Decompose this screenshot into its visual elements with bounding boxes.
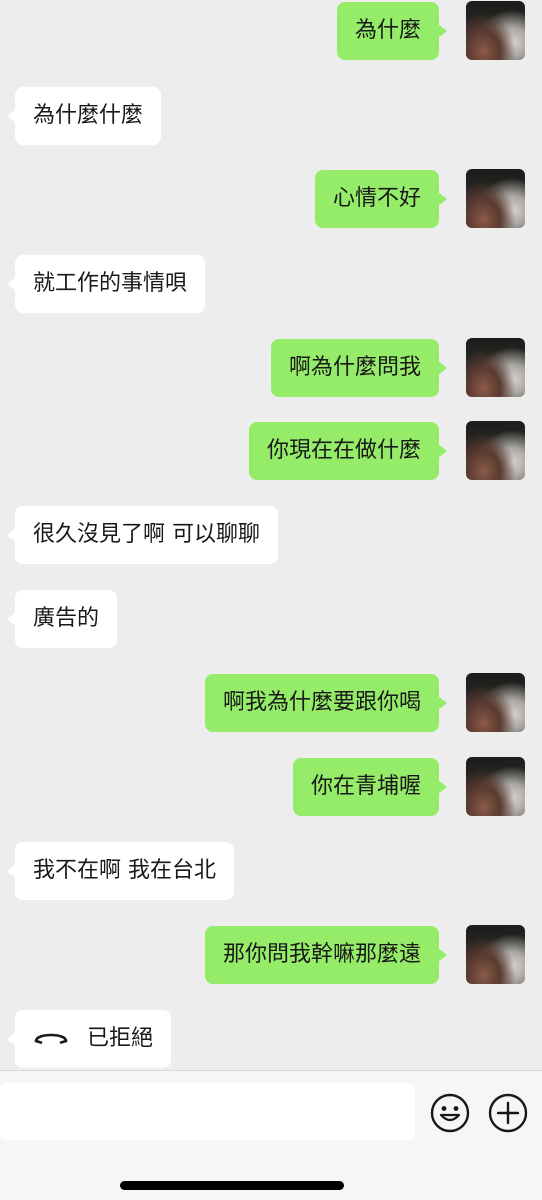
message-text: 很久沒見了啊 可以聊聊 xyxy=(33,522,260,547)
message-bubble-outgoing[interactable]: 你現在在做什麼 xyxy=(248,422,448,480)
message-text: 那你問我幹嘛那麼遠 xyxy=(222,942,421,967)
message-input[interactable] xyxy=(0,1083,415,1140)
avatar[interactable] xyxy=(466,757,525,816)
message-bubble-outgoing[interactable]: 你在青埔喔 xyxy=(292,758,448,816)
message-text: 心情不好 xyxy=(332,186,421,211)
message-bubble-incoming[interactable]: 就工作的事情唄 xyxy=(6,255,206,313)
message-bubble-incoming[interactable]: 我不在啊 我在台北 xyxy=(7,842,234,900)
message-text: 廣告的 xyxy=(33,606,100,631)
avatar[interactable] xyxy=(466,925,525,984)
message-bubble-outgoing[interactable]: 那你問我幹嘛那麼遠 xyxy=(204,926,448,984)
avatar[interactable] xyxy=(466,421,525,480)
message-bubble-outgoing[interactable]: 為什麼 xyxy=(336,2,448,60)
message-text: 你在青埔喔 xyxy=(310,774,421,799)
call-status-text: 已拒絕 xyxy=(87,1026,154,1051)
message-text: 為什麼 xyxy=(354,18,421,43)
message-text: 就工作的事情唄 xyxy=(33,271,188,296)
message-bubble-outgoing[interactable]: 啊我為什麼要跟你喝 xyxy=(204,674,448,732)
message-text: 為什麼什麼 xyxy=(33,103,144,128)
emoji-icon[interactable] xyxy=(430,1093,470,1133)
message-text: 我不在啊 我在台北 xyxy=(33,858,216,883)
avatar[interactable] xyxy=(466,673,525,732)
message-bubble-incoming[interactable]: 廣告的 xyxy=(6,590,118,648)
message-bubble-incoming[interactable]: 為什麼什麼 xyxy=(6,87,162,145)
message-bubble-incoming[interactable]: 很久沒見了啊 可以聊聊 xyxy=(7,506,278,564)
avatar[interactable] xyxy=(466,338,525,397)
message-text: 啊我為什麼要跟你喝 xyxy=(222,690,421,715)
home-indicator xyxy=(120,1181,344,1190)
call-record-bubble[interactable]: 已拒絕 xyxy=(6,1010,172,1068)
chat-area[interactable]: 為什麼 為什麼什麼 心情不好 就工作的事情唄 啊為什麼問我 你現在在做什麼 很久… xyxy=(0,0,542,1070)
message-text: 你現在在做什麼 xyxy=(266,438,421,463)
message-bubble-outgoing[interactable]: 心情不好 xyxy=(314,170,448,228)
avatar[interactable] xyxy=(466,169,525,228)
message-text: 啊為什麼問我 xyxy=(288,355,421,380)
input-bar xyxy=(0,1070,542,1200)
message-bubble-outgoing[interactable]: 啊為什麼問我 xyxy=(270,339,448,397)
avatar[interactable] xyxy=(466,1,525,60)
declined-call-icon xyxy=(34,1033,68,1044)
plus-icon[interactable] xyxy=(488,1093,528,1133)
